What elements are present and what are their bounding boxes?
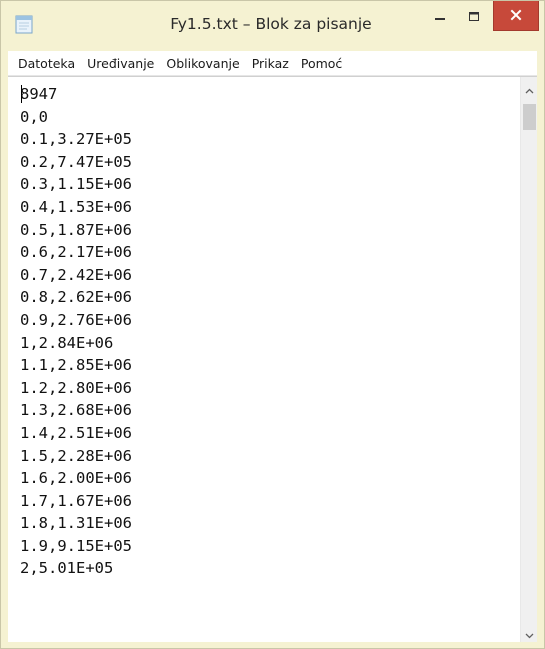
chevron-up-icon <box>525 79 534 98</box>
text-line: 0.2,7.47E+05 <box>20 152 132 171</box>
text-line: 2,5.01E+05 <box>20 559 114 578</box>
close-icon <box>510 6 522 25</box>
title-bar[interactable]: Fy1.5.txt – Blok za pisanje <box>1 1 544 51</box>
text-line: 0.4,1.53E+06 <box>20 197 132 216</box>
menu-bar: Datoteka Uređivanje Oblikovanje Prikaz P… <box>8 51 537 76</box>
text-line: 1.4,2.51E+06 <box>20 423 132 442</box>
text-line: 8947 <box>20 85 58 103</box>
text-line: 1,2.84E+06 <box>20 333 114 352</box>
text-line: 1.3,2.68E+06 <box>20 401 132 420</box>
text-line: 0.7,2.42E+06 <box>20 265 132 284</box>
text-line: 0.5,1.87E+06 <box>20 220 132 239</box>
chevron-down-icon <box>525 624 534 643</box>
menu-item-view[interactable]: Prikaz <box>246 53 295 74</box>
minimize-button[interactable] <box>423 1 457 33</box>
text-line: 1.5,2.28E+06 <box>20 446 132 465</box>
text-caret <box>21 85 22 103</box>
text-line: 1.7,1.67E+06 <box>20 491 132 510</box>
text-line: 0.1,3.27E+05 <box>20 130 132 149</box>
text-line: 1.6,2.00E+06 <box>20 469 132 488</box>
window-bottom-frame <box>1 642 544 648</box>
text-line: 0,0 <box>20 107 48 126</box>
text-line: 0.6,2.17E+06 <box>20 243 132 262</box>
scroll-up-button[interactable] <box>521 80 537 97</box>
menu-item-file[interactable]: Datoteka <box>12 53 81 74</box>
menu-item-format[interactable]: Oblikovanje <box>160 53 245 74</box>
text-line: 1.9,9.15E+05 <box>20 536 132 555</box>
close-button[interactable] <box>493 1 539 31</box>
text-line: 0.9,2.76E+06 <box>20 310 132 329</box>
maximize-icon <box>468 8 480 27</box>
text-line: 1.1,2.85E+06 <box>20 356 132 375</box>
minimize-icon <box>434 8 446 27</box>
text-line: 1.8,1.31E+06 <box>20 514 132 533</box>
window-title: Fy1.5.txt – Blok za pisanje <box>170 15 372 33</box>
text-line: 0.3,1.15E+06 <box>20 175 132 194</box>
editor[interactable]: 8947 0,0 0.1,3.27E+05 0.2,7.47E+05 0.3,1… <box>8 76 537 643</box>
scroll-down-button[interactable] <box>521 625 537 642</box>
maximize-button[interactable] <box>457 1 491 33</box>
notepad-icon[interactable] <box>15 14 33 34</box>
notepad-window: Fy1.5.txt – Blok za pisanje Datoteka Ure… <box>0 0 545 649</box>
text-line: 0.8,2.62E+06 <box>20 288 132 307</box>
menu-item-edit[interactable]: Uređivanje <box>81 53 160 74</box>
vertical-scrollbar[interactable] <box>520 77 537 643</box>
text-area[interactable]: 8947 0,0 0.1,3.27E+05 0.2,7.47E+05 0.3,1… <box>8 77 520 643</box>
text-line: 1.2,2.80E+06 <box>20 378 132 397</box>
scroll-thumb[interactable] <box>523 104 536 130</box>
menu-item-help[interactable]: Pomoć <box>295 53 348 74</box>
